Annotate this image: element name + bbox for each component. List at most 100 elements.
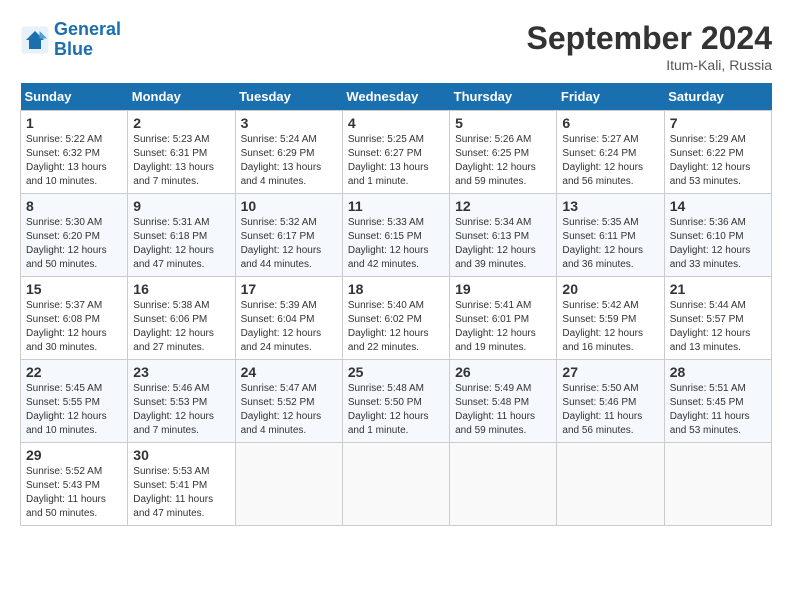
calendar-day: 29 Sunrise: 5:52 AM Sunset: 5:43 PM Dayli… bbox=[21, 443, 128, 526]
calendar-empty-day bbox=[450, 443, 557, 526]
logo: General Blue bbox=[20, 20, 121, 60]
calendar-day: 22Sunrise: 5:45 AM Sunset: 5:55 PM Dayli… bbox=[21, 360, 128, 443]
calendar-day: 8 Sunrise: 5:30 AM Sunset: 6:20 PM Daylig… bbox=[21, 194, 128, 277]
day-number: 15 bbox=[26, 281, 122, 297]
day-number: 4 bbox=[348, 115, 444, 131]
day-info: Sunrise: 5:22 AM Sunset: 6:32 PM Dayligh… bbox=[26, 133, 122, 189]
day-info: Sunrise: 5:33 AM Sunset: 6:15 PM Dayligh… bbox=[348, 216, 444, 272]
calendar-day: 7Sunrise: 5:29 AM Sunset: 6:22 PM Daylig… bbox=[664, 111, 771, 194]
day-number: 17 bbox=[241, 281, 337, 297]
header-monday: Monday bbox=[128, 83, 235, 111]
day-info: Sunrise: 5:35 AM Sunset: 6:11 PM Dayligh… bbox=[562, 216, 658, 272]
day-info: Sunrise: 5:34 AM Sunset: 6:13 PM Dayligh… bbox=[455, 216, 551, 272]
calendar-day: 13 Sunrise: 5:35 AM Sunset: 6:11 PM Dayli… bbox=[557, 194, 664, 277]
day-info: Sunrise: 5:24 AM Sunset: 6:29 PM Dayligh… bbox=[241, 133, 337, 189]
day-info: Sunrise: 5:26 AM Sunset: 6:25 PM Dayligh… bbox=[455, 133, 551, 189]
day-number: 16 bbox=[133, 281, 229, 297]
day-info: Sunrise: 5:52 AM Sunset: 5:43 PM Dayligh… bbox=[26, 465, 122, 521]
header-sunday: Sunday bbox=[21, 83, 128, 111]
logo-text: General Blue bbox=[54, 20, 121, 60]
calendar-day: 30 Sunrise: 5:53 AM Sunset: 5:41 PM Dayli… bbox=[128, 443, 235, 526]
day-number: 13 bbox=[562, 198, 658, 214]
day-number: 25 bbox=[348, 364, 444, 380]
day-info: Sunrise: 5:36 AM Sunset: 6:10 PM Dayligh… bbox=[670, 216, 766, 272]
calendar-day: 21Sunrise: 5:44 AM Sunset: 5:57 PM Dayli… bbox=[664, 277, 771, 360]
day-number: 20 bbox=[562, 281, 658, 297]
calendar-day: 20 Sunrise: 5:42 AM Sunset: 5:59 PM Dayli… bbox=[557, 277, 664, 360]
day-number: 11 bbox=[348, 198, 444, 214]
header-tuesday: Tuesday bbox=[235, 83, 342, 111]
calendar-header-row: SundayMondayTuesdayWednesdayThursdayFrid… bbox=[21, 83, 772, 111]
day-info: Sunrise: 5:27 AM Sunset: 6:24 PM Dayligh… bbox=[562, 133, 658, 189]
day-number: 24 bbox=[241, 364, 337, 380]
day-info: Sunrise: 5:30 AM Sunset: 6:20 PM Dayligh… bbox=[26, 216, 122, 272]
calendar-day: 19 Sunrise: 5:41 AM Sunset: 6:01 PM Dayli… bbox=[450, 277, 557, 360]
header-wednesday: Wednesday bbox=[342, 83, 449, 111]
calendar-week-row: 29 Sunrise: 5:52 AM Sunset: 5:43 PM Dayli… bbox=[21, 443, 772, 526]
day-info: Sunrise: 5:53 AM Sunset: 5:41 PM Dayligh… bbox=[133, 465, 229, 521]
calendar-day: 5 Sunrise: 5:26 AM Sunset: 6:25 PM Daylig… bbox=[450, 111, 557, 194]
calendar-day: 24 Sunrise: 5:47 AM Sunset: 5:52 PM Dayli… bbox=[235, 360, 342, 443]
day-number: 26 bbox=[455, 364, 551, 380]
calendar-day: 4 Sunrise: 5:25 AM Sunset: 6:27 PM Daylig… bbox=[342, 111, 449, 194]
day-info: Sunrise: 5:32 AM Sunset: 6:17 PM Dayligh… bbox=[241, 216, 337, 272]
header-friday: Friday bbox=[557, 83, 664, 111]
calendar-day: 6 Sunrise: 5:27 AM Sunset: 6:24 PM Daylig… bbox=[557, 111, 664, 194]
header-thursday: Thursday bbox=[450, 83, 557, 111]
calendar-day: 14 Sunrise: 5:36 AM Sunset: 6:10 PM Dayli… bbox=[664, 194, 771, 277]
day-number: 23 bbox=[133, 364, 229, 380]
calendar-day: 1 Sunrise: 5:22 AM Sunset: 6:32 PM Daylig… bbox=[21, 111, 128, 194]
day-number: 28 bbox=[670, 364, 766, 380]
day-number: 10 bbox=[241, 198, 337, 214]
day-number: 30 bbox=[133, 447, 229, 463]
day-number: 2 bbox=[133, 115, 229, 131]
calendar-week-row: 15 Sunrise: 5:37 AM Sunset: 6:08 PM Dayli… bbox=[21, 277, 772, 360]
day-number: 6 bbox=[562, 115, 658, 131]
calendar-day: 11 Sunrise: 5:33 AM Sunset: 6:15 PM Dayli… bbox=[342, 194, 449, 277]
calendar-day: 3Sunrise: 5:24 AM Sunset: 6:29 PM Daylig… bbox=[235, 111, 342, 194]
calendar-day: 18Sunrise: 5:40 AM Sunset: 6:02 PM Dayli… bbox=[342, 277, 449, 360]
day-info: Sunrise: 5:29 AM Sunset: 6:22 PM Dayligh… bbox=[670, 133, 766, 189]
calendar-day: 28 Sunrise: 5:51 AM Sunset: 5:45 PM Dayli… bbox=[664, 360, 771, 443]
calendar-empty-day bbox=[557, 443, 664, 526]
day-number: 19 bbox=[455, 281, 551, 297]
day-number: 5 bbox=[455, 115, 551, 131]
calendar-empty-day bbox=[235, 443, 342, 526]
day-number: 12 bbox=[455, 198, 551, 214]
day-info: Sunrise: 5:51 AM Sunset: 5:45 PM Dayligh… bbox=[670, 382, 766, 438]
day-info: Sunrise: 5:49 AM Sunset: 5:48 PM Dayligh… bbox=[455, 382, 551, 438]
day-number: 1 bbox=[26, 115, 122, 131]
month-title: September 2024 bbox=[527, 20, 772, 57]
header-saturday: Saturday bbox=[664, 83, 771, 111]
day-info: Sunrise: 5:37 AM Sunset: 6:08 PM Dayligh… bbox=[26, 299, 122, 355]
day-info: Sunrise: 5:41 AM Sunset: 6:01 PM Dayligh… bbox=[455, 299, 551, 355]
day-number: 8 bbox=[26, 198, 122, 214]
day-number: 29 bbox=[26, 447, 122, 463]
calendar-day: 17 Sunrise: 5:39 AM Sunset: 6:04 PM Dayli… bbox=[235, 277, 342, 360]
day-info: Sunrise: 5:47 AM Sunset: 5:52 PM Dayligh… bbox=[241, 382, 337, 438]
calendar-empty-day bbox=[664, 443, 771, 526]
day-number: 14 bbox=[670, 198, 766, 214]
day-info: Sunrise: 5:39 AM Sunset: 6:04 PM Dayligh… bbox=[241, 299, 337, 355]
day-info: Sunrise: 5:38 AM Sunset: 6:06 PM Dayligh… bbox=[133, 299, 229, 355]
day-info: Sunrise: 5:25 AM Sunset: 6:27 PM Dayligh… bbox=[348, 133, 444, 189]
day-number: 21 bbox=[670, 281, 766, 297]
calendar-day: 2Sunrise: 5:23 AM Sunset: 6:31 PM Daylig… bbox=[128, 111, 235, 194]
day-info: Sunrise: 5:50 AM Sunset: 5:46 PM Dayligh… bbox=[562, 382, 658, 438]
calendar-day: 9Sunrise: 5:31 AM Sunset: 6:18 PM Daylig… bbox=[128, 194, 235, 277]
calendar-week-row: 1 Sunrise: 5:22 AM Sunset: 6:32 PM Daylig… bbox=[21, 111, 772, 194]
calendar-week-row: 22Sunrise: 5:45 AM Sunset: 5:55 PM Dayli… bbox=[21, 360, 772, 443]
day-info: Sunrise: 5:42 AM Sunset: 5:59 PM Dayligh… bbox=[562, 299, 658, 355]
calendar-day: 15 Sunrise: 5:37 AM Sunset: 6:08 PM Dayli… bbox=[21, 277, 128, 360]
day-number: 22 bbox=[26, 364, 122, 380]
day-info: Sunrise: 5:48 AM Sunset: 5:50 PM Dayligh… bbox=[348, 382, 444, 438]
day-info: Sunrise: 5:46 AM Sunset: 5:53 PM Dayligh… bbox=[133, 382, 229, 438]
day-info: Sunrise: 5:40 AM Sunset: 6:02 PM Dayligh… bbox=[348, 299, 444, 355]
calendar-week-row: 8 Sunrise: 5:30 AM Sunset: 6:20 PM Daylig… bbox=[21, 194, 772, 277]
logo-icon bbox=[20, 25, 50, 55]
day-info: Sunrise: 5:31 AM Sunset: 6:18 PM Dayligh… bbox=[133, 216, 229, 272]
calendar-day: 25 Sunrise: 5:48 AM Sunset: 5:50 PM Dayli… bbox=[342, 360, 449, 443]
calendar-day: 26 Sunrise: 5:49 AM Sunset: 5:48 PM Dayli… bbox=[450, 360, 557, 443]
page-header: General Blue September 2024 Itum-Kali, R… bbox=[20, 20, 772, 73]
location-subtitle: Itum-Kali, Russia bbox=[527, 57, 772, 73]
